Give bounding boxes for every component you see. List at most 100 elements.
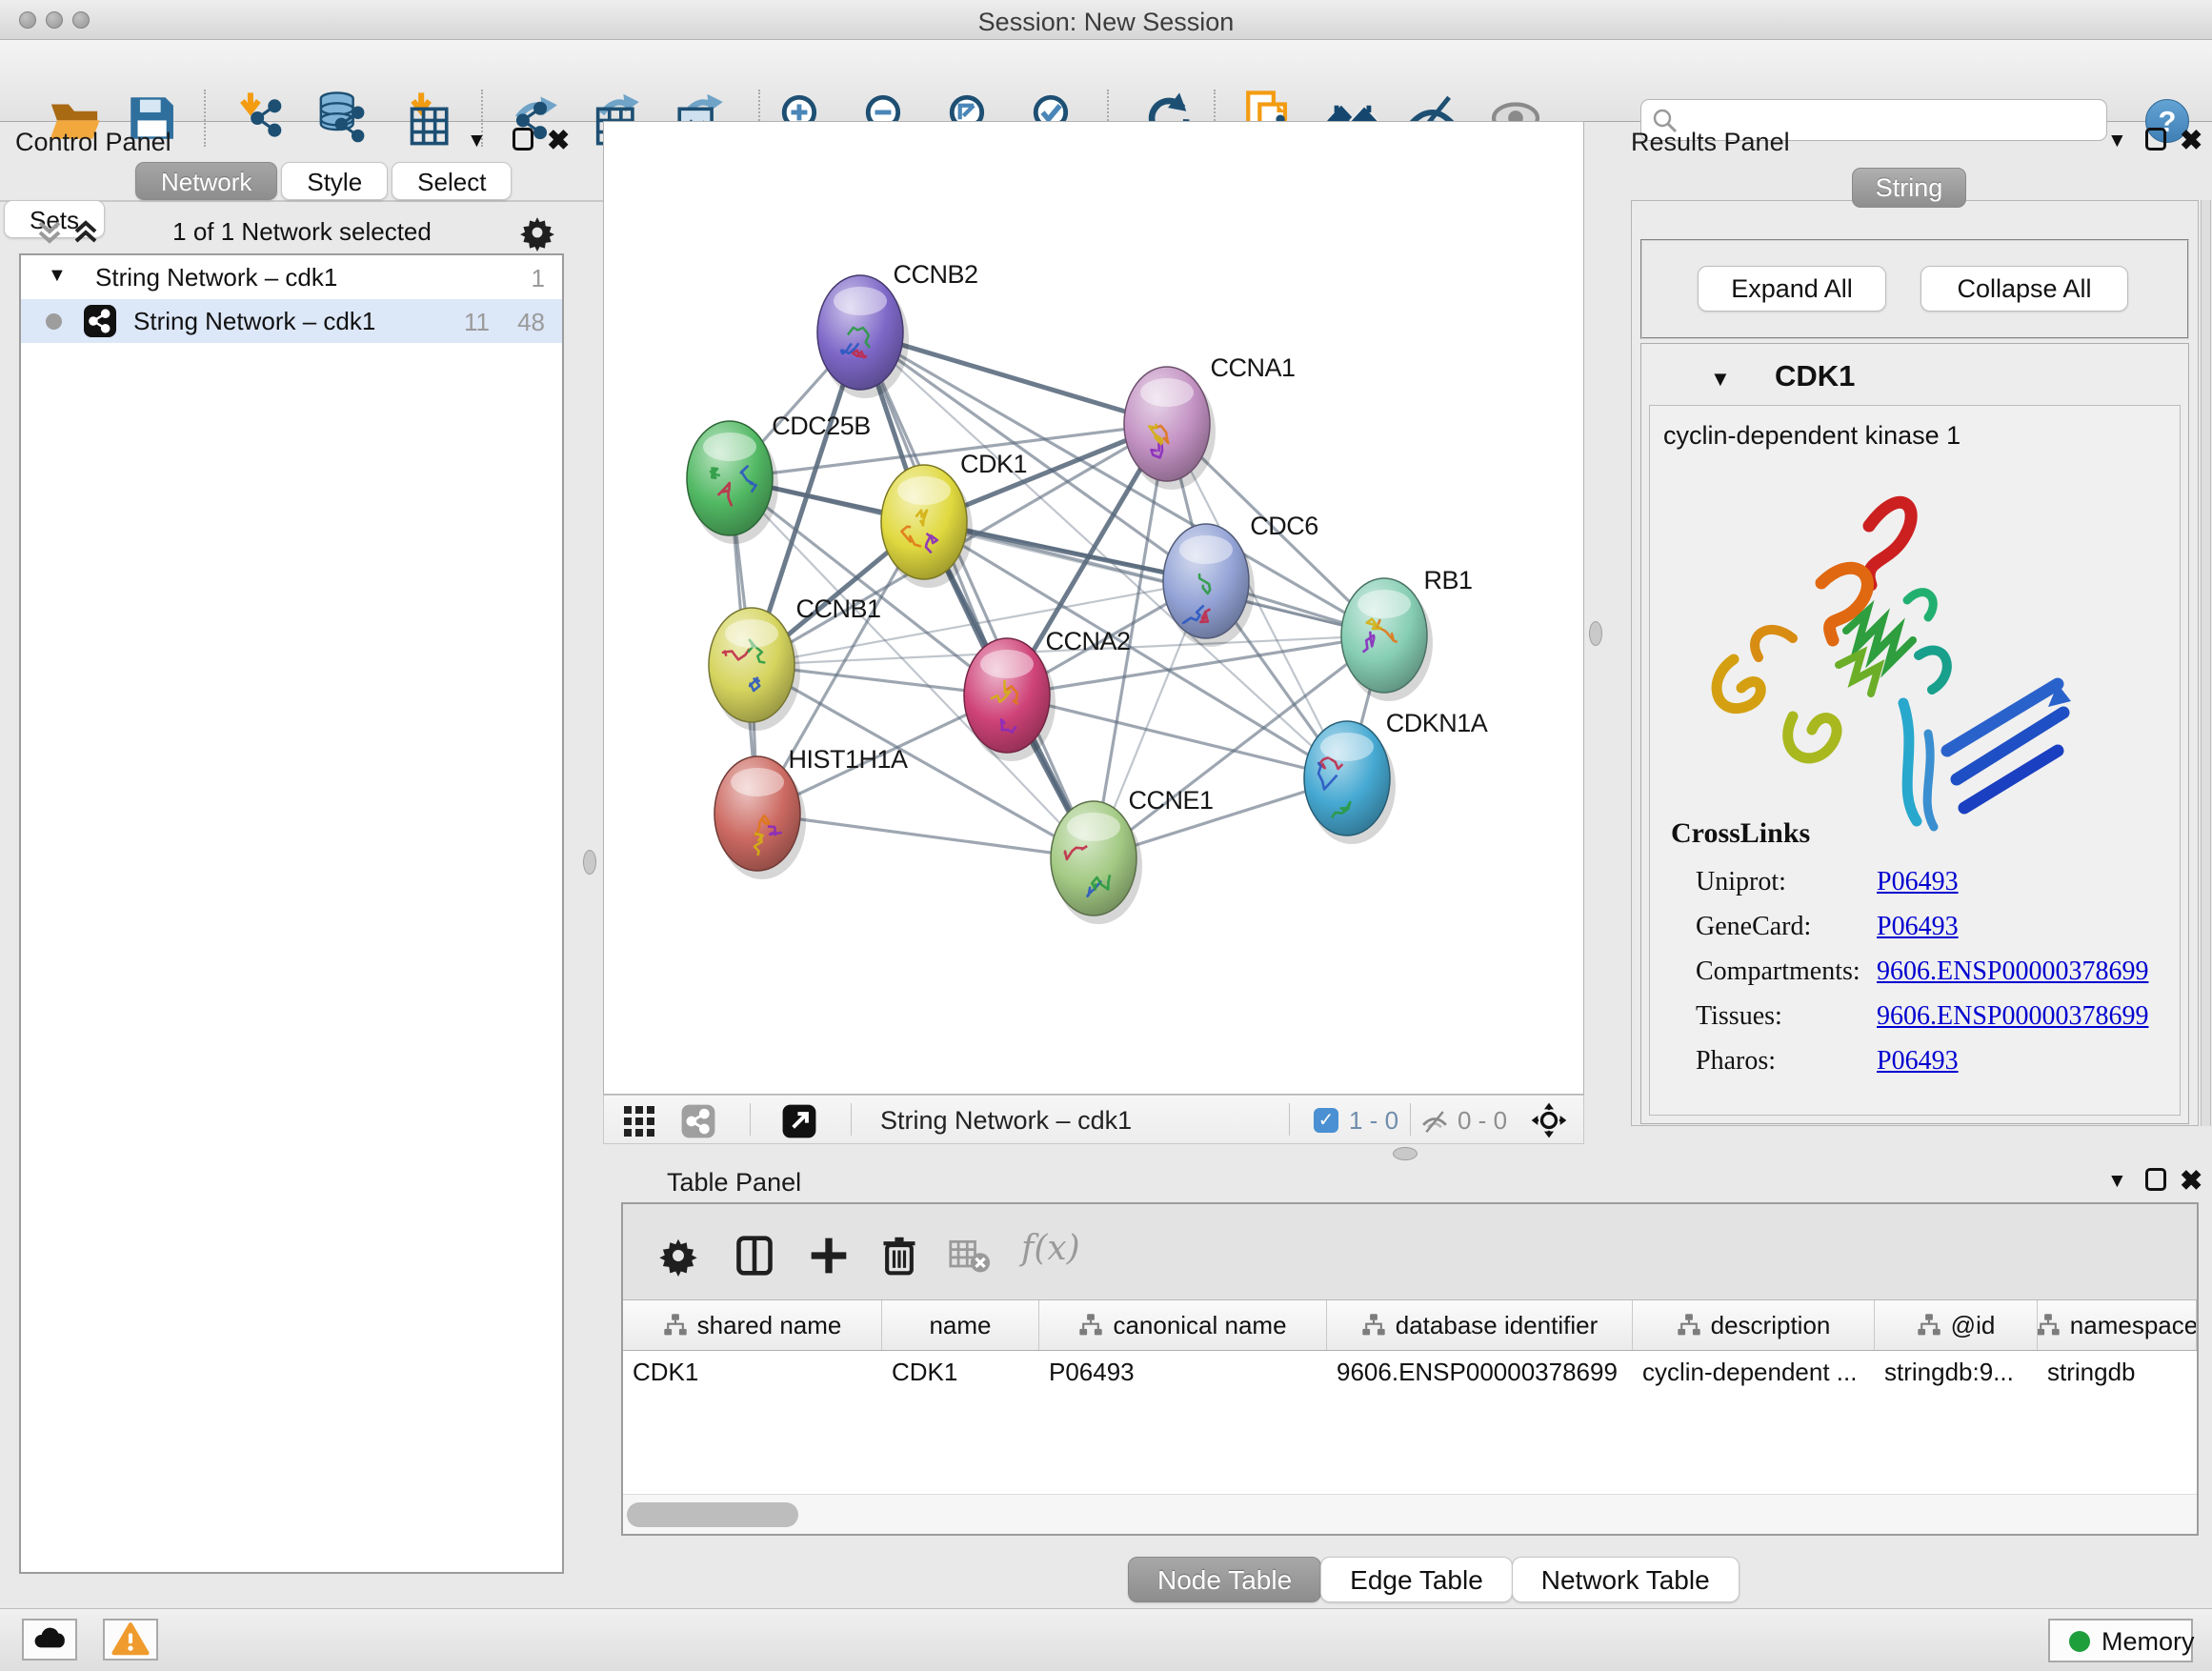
delete-table-icon[interactable] — [949, 1235, 991, 1277]
edge-CCNB2-CCNE1[interactable] — [860, 332, 1094, 858]
import-network-file-icon[interactable] — [234, 91, 290, 146]
tab-select[interactable]: Select — [392, 162, 512, 200]
node-label-CDC25B: CDC25B — [772, 412, 871, 440]
bottom-splitter-handle[interactable] — [1393, 1147, 1418, 1160]
column-header-shared-name[interactable]: shared name — [623, 1300, 882, 1350]
hidden-eye-slash-icon[interactable] — [1419, 1107, 1450, 1136]
cloud-status-button[interactable] — [22, 1619, 77, 1661]
table-panel-float-icon[interactable] — [2145, 1168, 2166, 1191]
edge-HIST1H1A-CCNE1[interactable] — [757, 814, 1094, 858]
create-column-plus-icon[interactable] — [808, 1235, 850, 1277]
table-hscrollbar-thumb[interactable] — [627, 1502, 798, 1527]
node-RB1[interactable]: RB1 — [1341, 566, 1473, 701]
column-header-@id[interactable]: @id — [1875, 1300, 2038, 1350]
right-splitter-handle[interactable] — [1589, 621, 1602, 646]
node-CCNB2[interactable]: CCNB2 — [817, 260, 978, 398]
crosslink-link[interactable]: P06493 — [1877, 867, 1959, 897]
control-panel-float-icon[interactable] — [513, 128, 533, 151]
tab-node-table[interactable]: Node Table — [1128, 1557, 1321, 1602]
table-row: CDK1CDK1P064939606.ENSP00000378699cyclin… — [623, 1351, 2197, 1395]
birdseye-share-icon[interactable] — [680, 1103, 716, 1139]
network-options-gear-icon[interactable] — [518, 213, 556, 252]
crosslink-link[interactable]: 9606.ENSP00000378699 — [1877, 1001, 2148, 1032]
crosslink-label: GeneCard: — [1696, 912, 1811, 942]
results-panel-menu-icon[interactable]: ▼ — [2107, 130, 2127, 152]
grid-view-icon[interactable] — [623, 1105, 655, 1137]
network-collection-row[interactable]: ▼ String Network – cdk1 1 — [21, 255, 562, 299]
node-CCNB1[interactable]: CCNB1 — [709, 594, 881, 731]
node-CCNE1[interactable]: CCNE1 — [1051, 786, 1214, 924]
warning-status-button[interactable] — [103, 1619, 158, 1661]
table-cell[interactable]: cyclin-dependent ... — [1633, 1351, 1875, 1395]
node-HIST1H1A[interactable]: HIST1H1A — [714, 745, 908, 879]
selected-checkbox-icon[interactable]: ✓ — [1314, 1108, 1338, 1133]
memory-button[interactable]: Memory — [2048, 1619, 2193, 1662]
collection-count: 1 — [532, 264, 545, 293]
table-cell[interactable]: CDK1 — [882, 1351, 1039, 1395]
titlebar: Session: New Session — [0, 0, 2212, 40]
table-cell[interactable]: stringdb — [2038, 1351, 2197, 1395]
entry-name: CDK1 — [1775, 359, 1855, 393]
table-panel-menu-icon[interactable]: ▼ — [2107, 1170, 2127, 1193]
control-panel-close-icon[interactable]: ✖ — [547, 124, 570, 157]
table-cell[interactable]: CDK1 — [623, 1351, 882, 1395]
import-network-database-icon[interactable] — [316, 91, 372, 146]
column-header-database-identifier[interactable]: database identifier — [1327, 1300, 1633, 1350]
results-panel-close-icon[interactable]: ✖ — [2180, 124, 2202, 157]
node-CCNA2[interactable]: CCNA2 — [964, 627, 1131, 761]
tab-style[interactable]: Style — [281, 162, 388, 200]
collapse-all-button[interactable]: Collapse All — [1920, 266, 2128, 312]
network-view-title: String Network – cdk1 — [880, 1106, 1132, 1136]
toolbar-separator — [204, 90, 206, 147]
results-panel-title: Results Panel — [1631, 128, 1790, 157]
delete-column-trash-icon[interactable] — [878, 1235, 920, 1277]
column-header-namespace[interactable]: namespace — [2038, 1300, 2197, 1350]
show-columns-icon[interactable] — [734, 1235, 775, 1277]
node-CDKN1A[interactable]: CDKN1A — [1304, 709, 1488, 844]
protein-entry-section: ▼ CDK1 cyclin-dependent kinase 1 — [1640, 343, 2189, 1124]
expand-all-button[interactable]: Expand All — [1698, 266, 1886, 312]
network-row-selected[interactable]: String Network – cdk1 11 48 — [21, 299, 562, 343]
results-panel-float-icon[interactable] — [2145, 128, 2166, 151]
status-bar: Memory — [0, 1608, 2212, 1671]
table-cell[interactable]: stringdb:9... — [1875, 1351, 2038, 1395]
crosslink-link[interactable]: P06493 — [1877, 1046, 1959, 1077]
crosslink-label: Tissues: — [1696, 1001, 1782, 1032]
node-label-CDKN1A: CDKN1A — [1386, 709, 1488, 737]
pan-crosshair-icon[interactable] — [1530, 1101, 1568, 1139]
node-CCNA1[interactable]: CCNA1 — [1124, 353, 1296, 490]
control-panel-menu-icon[interactable]: ▼ — [467, 130, 487, 152]
left-splitter-handle[interactable] — [583, 850, 596, 875]
collection-expand-icon[interactable]: ▼ — [48, 265, 67, 287]
open-in-new-icon[interactable] — [781, 1103, 817, 1139]
cytoscape-window: Session: New Session — [0, 0, 2212, 1671]
import-table-file-icon[interactable] — [398, 91, 453, 146]
network-node-count: 11 — [464, 308, 490, 337]
network-graph: CCNB2CCNA1CDC25BCDK1CDC6RB1CCNB1CCNA2CDK… — [604, 122, 1583, 1094]
column-header-name[interactable]: name — [882, 1300, 1039, 1350]
entry-collapse-icon[interactable]: ▼ — [1710, 367, 1731, 392]
column-header-canonical-name[interactable]: canonical name — [1039, 1300, 1327, 1350]
tab-network[interactable]: Network — [135, 162, 277, 200]
cloud-icon — [30, 1621, 69, 1659]
node-CDC6[interactable]: CDC6 — [1163, 512, 1318, 647]
network-canvas[interactable]: CCNB2CCNA1CDC25BCDK1CDC6RB1CCNB1CCNA2CDK… — [603, 121, 1584, 1095]
table-options-gear-icon[interactable] — [657, 1235, 699, 1277]
network-tree: ▼ String Network – cdk1 1 String Network… — [19, 253, 564, 1574]
table-cell[interactable]: 9606.ENSP00000378699 — [1327, 1351, 1633, 1395]
function-builder-icon[interactable]: f(x) — [1021, 1229, 1080, 1268]
entry-description: cyclin-dependent kinase 1 — [1663, 421, 1961, 451]
table-cell[interactable]: P06493 — [1039, 1351, 1327, 1395]
column-header-description[interactable]: description — [1633, 1300, 1875, 1350]
tab-network-table[interactable]: Network Table — [1512, 1557, 1739, 1602]
node-table-box: f(x) shared namenamecanonical namedataba… — [621, 1202, 2199, 1536]
crosslink-label: Uniprot: — [1696, 867, 1786, 897]
tab-edge-table[interactable]: Edge Table — [1320, 1557, 1513, 1602]
node-CDC25B[interactable]: CDC25B — [687, 412, 871, 544]
crosslink-link[interactable]: P06493 — [1877, 912, 1959, 942]
crosslink-link[interactable]: 9606.ENSP00000378699 — [1877, 956, 2148, 987]
results-scrollbar[interactable] — [2201, 200, 2211, 1126]
table-panel-close-icon[interactable]: ✖ — [2180, 1164, 2202, 1198]
tab-string[interactable]: String — [1852, 168, 1966, 208]
collection-label: String Network – cdk1 — [95, 263, 337, 292]
